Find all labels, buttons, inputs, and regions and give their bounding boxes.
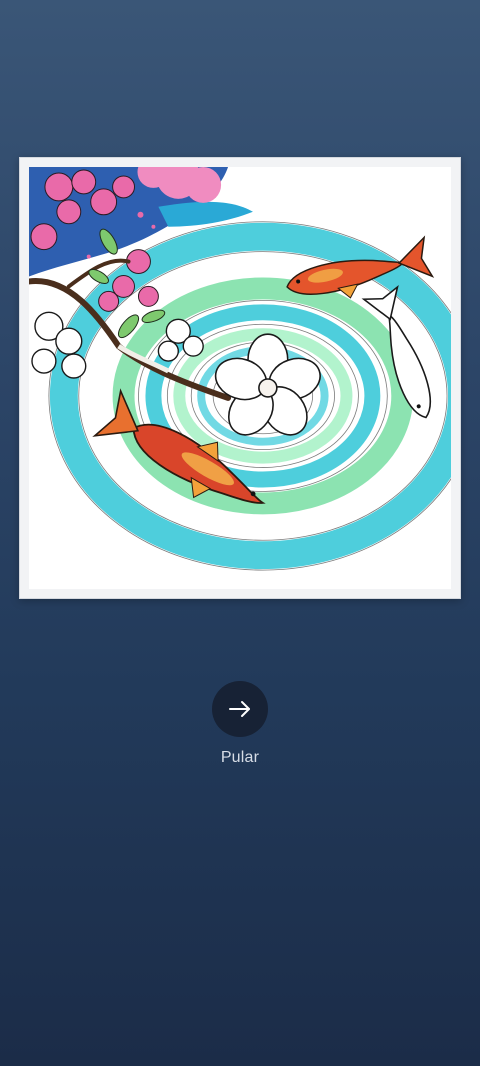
- skip-button[interactable]: Pular: [0, 749, 480, 767]
- arrow-right-icon: [229, 701, 250, 717]
- koi-pond-artwork[interactable]: [29, 167, 451, 589]
- artwork-frame: [19, 157, 461, 599]
- next-button[interactable]: [212, 681, 268, 737]
